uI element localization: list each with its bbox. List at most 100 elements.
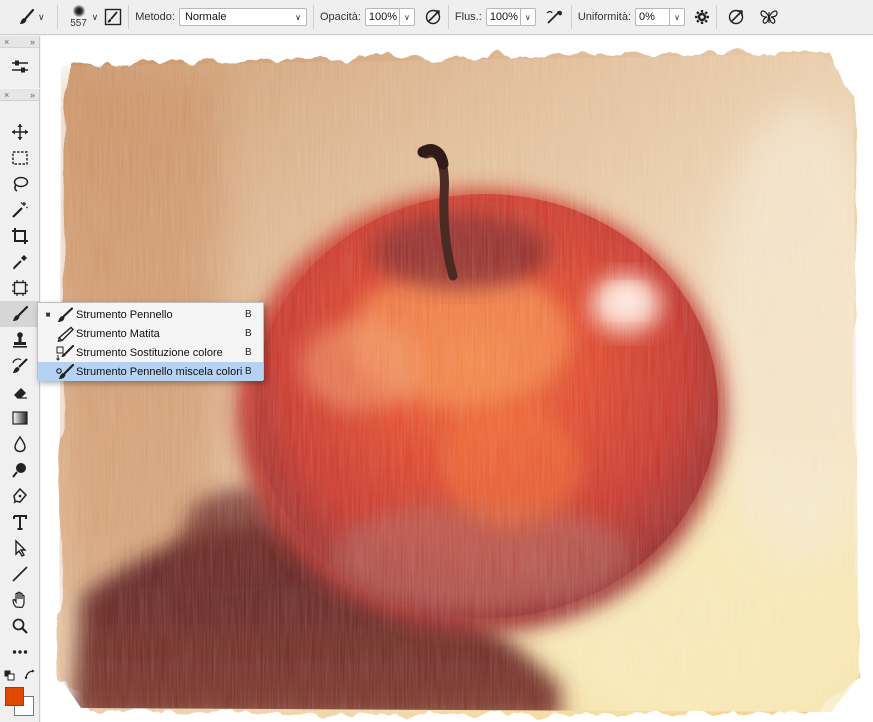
brush-tool-icon — [18, 8, 36, 26]
zoom-tool[interactable] — [0, 613, 40, 639]
opacity-label: Opacità: — [319, 11, 361, 23]
blur-tool[interactable] — [0, 431, 40, 457]
pressure-size-icon[interactable] — [727, 8, 745, 26]
dodge-icon — [12, 463, 26, 478]
brush-tool[interactable] — [0, 301, 40, 327]
color-replacement-icon — [54, 344, 76, 361]
close-icon[interactable]: × — [4, 90, 9, 100]
flow-input[interactable]: 100% — [485, 8, 521, 26]
brush-icon — [54, 306, 76, 323]
flow-label: Flus.: — [454, 11, 482, 23]
path-select-icon — [15, 539, 27, 557]
flyout-item-label: Strumento Pennello — [76, 308, 173, 321]
mode-label: Metodo: — [135, 11, 175, 23]
flyout-item-mixer-brush[interactable]: Strumento Pennello miscela colori B — [38, 362, 263, 381]
foreground-color-swatch[interactable] — [5, 687, 24, 706]
chevron-down-icon: ∨ — [91, 11, 99, 22]
swap-colors-icon[interactable] — [24, 669, 36, 681]
flyout-item-brush[interactable]: ■ Strumento Pennello B — [38, 305, 263, 324]
lasso-icon — [13, 176, 29, 192]
gear-icon[interactable] — [694, 9, 710, 25]
opacity-input[interactable]: 100% — [364, 8, 400, 26]
symmetry-butterfly-icon[interactable] — [759, 8, 779, 26]
chevron-down-icon: ∨ — [674, 12, 680, 22]
line-icon — [12, 566, 28, 582]
gradient-icon — [12, 411, 28, 425]
divider — [447, 5, 449, 29]
panel-header: × » — [0, 89, 39, 101]
magic-wand-tool[interactable] — [0, 197, 40, 223]
mode-select[interactable]: Normale ∨ — [178, 8, 307, 26]
color-swatches — [4, 686, 36, 718]
brush-tip-preview — [72, 5, 85, 17]
marquee-icon — [12, 151, 28, 165]
marquee-tool[interactable] — [0, 145, 40, 171]
divider — [570, 5, 572, 29]
pen-icon — [13, 487, 28, 504]
stamp-icon — [13, 332, 27, 348]
pencil-icon — [54, 326, 76, 342]
eyedropper-tool[interactable] — [0, 249, 40, 275]
brush-preset-picker[interactable]: 557 ∨ — [64, 0, 105, 35]
stamp-tool[interactable] — [0, 327, 40, 353]
expand-icon[interactable]: » — [30, 37, 35, 47]
move-tool[interactable] — [0, 119, 40, 145]
magic-wand-icon — [12, 202, 28, 218]
smoothing-dropdown-button[interactable]: ∨ — [670, 8, 685, 26]
frame-tool[interactable] — [0, 275, 40, 301]
brush-panel-icon — [104, 8, 122, 26]
airbrush-icon[interactable] — [545, 8, 565, 26]
mixer-brush-icon — [54, 363, 76, 380]
more-icon — [12, 650, 28, 654]
smoothing-input[interactable]: 0% — [635, 8, 670, 26]
divider — [128, 5, 130, 29]
options-bar: ∨ 557 ∨ Metodo: Normale ∨ Opacità: 100% … — [0, 0, 873, 35]
eraser-tool[interactable] — [0, 379, 40, 405]
brush-settings-panel-button[interactable] — [104, 0, 122, 35]
eraser-icon — [14, 388, 27, 399]
flow-dropdown-button[interactable]: ∨ — [520, 8, 536, 26]
toolbar: × » — [0, 89, 40, 722]
active-tool-marker: ■ — [45, 310, 51, 319]
shortcut-key: B — [245, 309, 252, 320]
divider — [716, 5, 717, 29]
type-icon — [13, 515, 27, 530]
expand-icon[interactable]: » — [30, 90, 35, 100]
hand-tool[interactable] — [0, 587, 40, 613]
divider — [56, 5, 58, 29]
more-tools-button[interactable] — [0, 639, 40, 665]
pen-tool[interactable] — [0, 483, 40, 509]
crop-icon — [12, 228, 28, 244]
crop-tool[interactable] — [0, 223, 40, 249]
brush-size-value: 557 — [70, 18, 87, 29]
dodge-tool[interactable] — [0, 457, 40, 483]
sliders-icon — [12, 60, 28, 73]
brush-icon — [13, 305, 29, 321]
flyout-item-color-replacement[interactable]: Strumento Sostituzione colore B — [38, 343, 263, 362]
blur-icon — [14, 435, 26, 453]
type-tool[interactable] — [0, 509, 40, 535]
close-icon[interactable]: × — [4, 37, 9, 47]
tool-preset-picker[interactable]: ∨ — [18, 0, 51, 35]
history-brush-icon — [12, 358, 28, 373]
line-tool[interactable] — [0, 561, 40, 587]
properties-panel-button[interactable] — [0, 48, 40, 86]
pressure-opacity-icon[interactable] — [424, 8, 442, 26]
history-brush-tool[interactable] — [0, 353, 40, 379]
default-colors-icon[interactable] — [4, 670, 15, 681]
flyout-item-pencil[interactable]: Strumento Matita B — [38, 324, 263, 343]
path-selection-tool[interactable] — [0, 535, 40, 561]
gradient-tool[interactable] — [0, 405, 40, 431]
opacity-dropdown-button[interactable]: ∨ — [399, 8, 415, 26]
shortcut-key: B — [245, 328, 252, 339]
chevron-down-icon: ∨ — [295, 12, 301, 22]
flyout-item-label: Strumento Matita — [76, 327, 160, 340]
chevron-down-icon: ∨ — [38, 11, 45, 22]
move-icon — [12, 124, 28, 140]
lasso-tool[interactable] — [0, 171, 40, 197]
tool-options-panel-strip: × » — [0, 36, 40, 88]
chevron-down-icon: ∨ — [403, 12, 410, 22]
mode-value: Normale — [184, 11, 227, 23]
frame-icon — [12, 280, 28, 296]
shortcut-key: B — [245, 366, 252, 377]
